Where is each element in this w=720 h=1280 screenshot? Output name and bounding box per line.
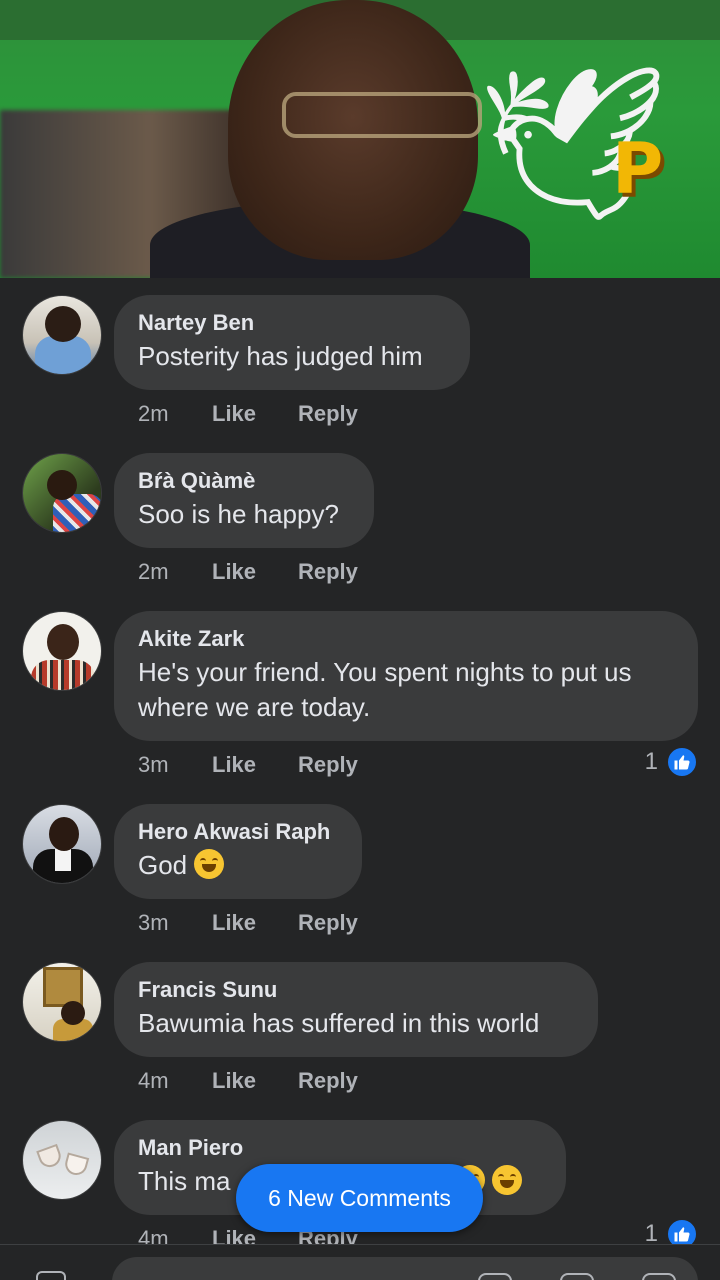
like-button[interactable]: Like	[212, 559, 298, 585]
camera-icon[interactable]	[36, 1271, 66, 1280]
comment-bubble[interactable]: Akite Zark He's your friend. You spent n…	[114, 611, 698, 741]
comment-author[interactable]: Akite Zark	[138, 625, 674, 653]
reaction-summary[interactable]: 1	[645, 746, 698, 778]
comment-author[interactable]: Francis Sunu	[138, 976, 574, 1004]
avatar[interactable]	[22, 1120, 102, 1200]
laughing-emoji-icon	[492, 1165, 523, 1195]
like-button[interactable]: Like	[212, 1068, 298, 1094]
comment-actions: 4m Like Reply	[138, 1068, 358, 1094]
comment-bubble[interactable]: Francis Sunu Bawumia has suffered in thi…	[114, 962, 598, 1057]
video-preview[interactable]: 🕊 P	[0, 0, 720, 278]
comment-time: 2m	[138, 559, 169, 584]
reply-button[interactable]: Reply	[298, 1068, 358, 1094]
avatar[interactable]	[22, 804, 102, 884]
video-speaker-glasses	[282, 92, 482, 138]
like-button[interactable]: Like	[212, 910, 298, 936]
laughing-emoji-icon	[194, 849, 225, 879]
avatar[interactable]	[22, 611, 102, 691]
comment-time: 2m	[138, 401, 169, 426]
reply-button[interactable]: Reply	[298, 752, 358, 778]
comment-author[interactable]: Hero Akwasi Raph	[138, 818, 338, 846]
new-comments-button[interactable]: 6 New Comments	[236, 1164, 483, 1232]
reaction-count: 1	[644, 748, 658, 775]
like-button[interactable]: Like	[212, 401, 298, 427]
comment-time: 3m	[138, 910, 169, 935]
comment-text: Posterity has judged him	[138, 341, 423, 371]
emoji-icon[interactable]	[642, 1273, 676, 1280]
sticker-icon[interactable]	[560, 1273, 594, 1280]
comment-time: 4m	[138, 1068, 169, 1093]
comment-text: This ma	[138, 1166, 231, 1196]
comment-text-line: God	[138, 848, 338, 883]
comment-author[interactable]: Nartey Ben	[138, 309, 446, 337]
comment-text: Soo is he happy?	[138, 499, 339, 529]
thumbs-up-icon	[666, 746, 698, 778]
reply-button[interactable]: Reply	[298, 910, 358, 936]
avatar[interactable]	[22, 453, 102, 533]
party-logo-letters: P	[612, 128, 664, 210]
avatar[interactable]	[22, 962, 102, 1042]
comment-actions: 2m Like Reply	[138, 401, 358, 427]
comment-author[interactable]: Bŕà Qùàmè	[138, 467, 350, 495]
comment-composer	[0, 1244, 720, 1280]
dove-logo-icon: 🕊	[478, 59, 669, 227]
avatar[interactable]	[22, 295, 102, 375]
comment-bubble[interactable]: Bŕà Qùàmè Soo is he happy?	[114, 453, 374, 548]
comment-text: He's your friend. You spent nights to pu…	[138, 657, 632, 722]
comment-input[interactable]	[112, 1257, 698, 1280]
like-button[interactable]: Like	[212, 752, 298, 778]
gif-icon[interactable]	[478, 1273, 512, 1280]
reply-button[interactable]: Reply	[298, 559, 358, 585]
reply-button[interactable]: Reply	[298, 401, 358, 427]
comment-text: God	[138, 850, 188, 880]
comment-actions: 3m Like Reply	[138, 752, 358, 778]
comment-actions: 2m Like Reply	[138, 559, 358, 585]
comment-time: 3m	[138, 752, 169, 777]
comment-bubble[interactable]: Nartey Ben Posterity has judged him	[114, 295, 470, 390]
comment-text: Bawumia has suffered in this world	[138, 1008, 540, 1038]
comment-actions: 3m Like Reply	[138, 910, 358, 936]
comment-bubble[interactable]: Hero Akwasi Raph God	[114, 804, 362, 899]
comment-author[interactable]: Man Piero	[138, 1134, 542, 1162]
